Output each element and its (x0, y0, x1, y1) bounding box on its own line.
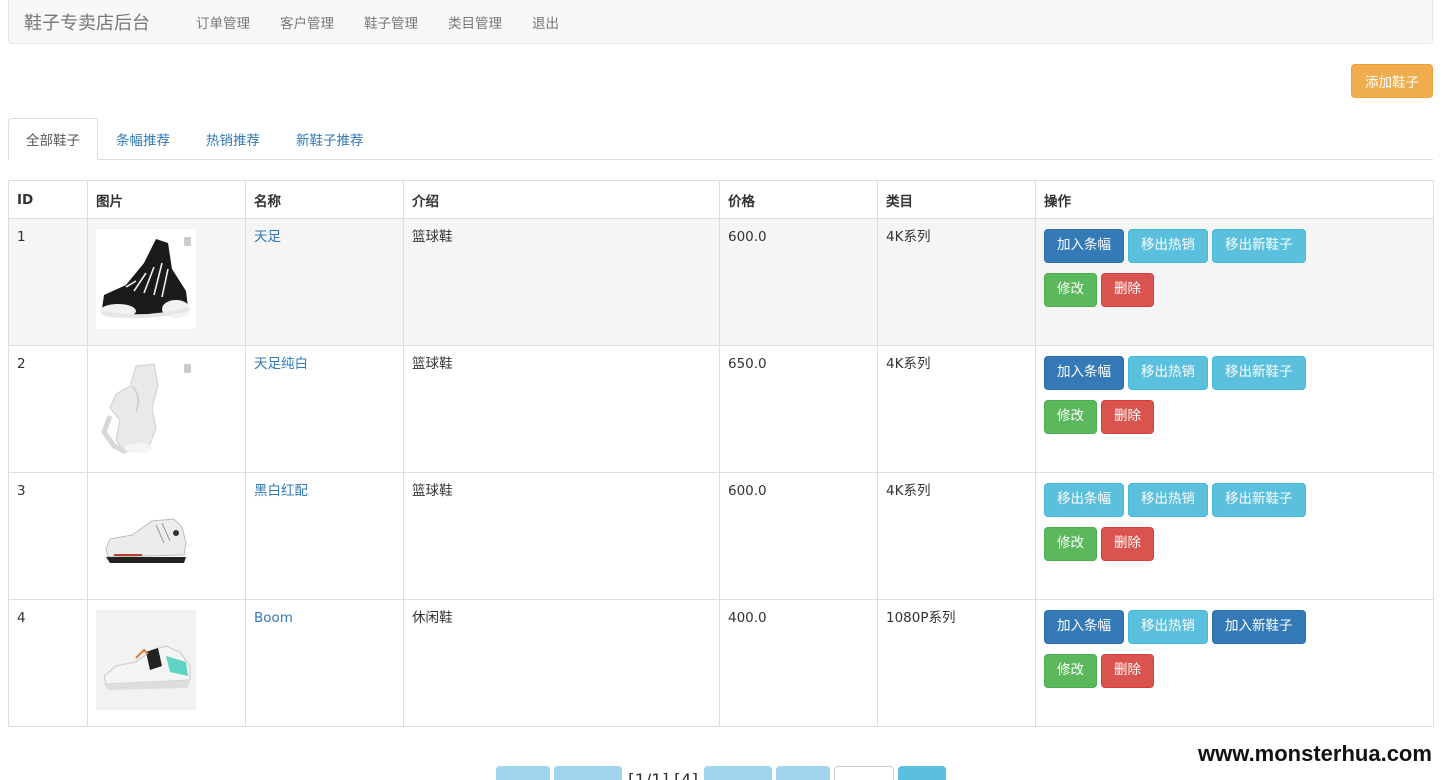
shoe-name-link[interactable]: 天足 (254, 229, 281, 245)
cell-price: 600.0 (719, 218, 878, 346)
cell-intro: 篮球鞋 (403, 345, 720, 473)
remove-hot-button[interactable]: 移出热销 (1128, 229, 1208, 263)
add-banner-button[interactable]: 加入条幅 (1044, 229, 1124, 263)
delete-button[interactable]: 删除 (1101, 400, 1154, 434)
add-banner-button[interactable]: 加入条幅 (1044, 356, 1124, 390)
cell-name: 天足纯白 (245, 345, 404, 473)
cell-id: 1 (8, 218, 88, 346)
shoe-name-link[interactable]: Boom (254, 610, 293, 626)
edit-button[interactable]: 修改 (1044, 273, 1097, 307)
cell-image (87, 472, 246, 600)
add-new-button[interactable]: 加入新鞋子 (1212, 610, 1306, 644)
pagination: [1/1] [4] (496, 766, 947, 780)
cell-category: 4K系列 (877, 345, 1036, 473)
nav-link-shoes[interactable]: 鞋子管理 (349, 12, 433, 32)
remove-banner-button[interactable]: 移出条幅 (1044, 483, 1124, 517)
add-shoe-button[interactable]: 添加鞋子 (1351, 64, 1433, 98)
remove-new-button[interactable]: 移出新鞋子 (1212, 356, 1306, 390)
shoe-name-link[interactable]: 天足纯白 (254, 356, 308, 372)
watermark: www.monsterhua.com (1185, 727, 1445, 780)
remove-hot-button[interactable]: 移出热销 (1128, 356, 1208, 390)
edit-button[interactable]: 修改 (1044, 527, 1097, 561)
go-page-button[interactable] (898, 766, 947, 780)
shoe-name-link[interactable]: 黑白红配 (254, 483, 308, 499)
column-header-intro: 介绍 (403, 180, 720, 219)
cell-category: 4K系列 (877, 218, 1036, 346)
column-header-category: 类目 (877, 180, 1036, 219)
cell-actions: 加入条幅 移出热销 加入新鞋子 修改 删除 (1035, 599, 1434, 727)
white-basketball-shoe-icon (96, 356, 196, 456)
top-navbar: 鞋子专卖店后台 订单管理 客户管理 鞋子管理 类目管理 退出 (8, 0, 1433, 44)
page-number-input[interactable] (834, 766, 895, 780)
nav-links: 订单管理 客户管理 鞋子管理 类目管理 退出 (181, 12, 574, 32)
remove-hot-button[interactable]: 移出热销 (1128, 483, 1208, 517)
cell-image (87, 345, 246, 473)
white-red-sneaker-icon (96, 483, 196, 583)
tab-new-recommend[interactable]: 新鞋子推荐 (278, 118, 382, 160)
cell-price: 650.0 (719, 345, 878, 473)
table-row: 2 天足纯白 篮球鞋 650.0 4K系列 加入条幅 移出热销 移出新鞋子 修改… (8, 345, 1434, 473)
cell-price: 400.0 (719, 599, 878, 727)
cell-name: 黑白红配 (245, 472, 404, 600)
table-row: 4 Boom 休闲鞋 400.0 1080P系列 加入条幅 移出热销 加入新鞋子… (8, 599, 1434, 727)
column-header-price: 价格 (719, 180, 878, 219)
last-page-button[interactable] (776, 766, 831, 780)
delete-button[interactable]: 删除 (1101, 654, 1154, 688)
nav-link-categories[interactable]: 类目管理 (433, 12, 517, 32)
table-row: 1 天足 篮球鞋 600.0 4K系列 加入条幅 移出热销 移出新鞋子 修改 删… (8, 218, 1434, 346)
table-header-row: ID 图片 名称 介绍 价格 类目 操作 (8, 180, 1434, 219)
cell-id: 2 (8, 345, 88, 473)
remove-new-button[interactable]: 移出新鞋子 (1212, 483, 1306, 517)
cell-category: 4K系列 (877, 472, 1036, 600)
first-page-button[interactable] (496, 766, 550, 780)
edit-button[interactable]: 修改 (1044, 400, 1097, 434)
nav-link-customers[interactable]: 客户管理 (265, 12, 349, 32)
cell-intro: 休闲鞋 (403, 599, 720, 727)
delete-button[interactable]: 删除 (1101, 527, 1154, 561)
cell-actions: 移出条幅 移出热销 移出新鞋子 修改 删除 (1035, 472, 1434, 600)
shoes-table: ID 图片 名称 介绍 价格 类目 操作 1 天足 篮球鞋 600.0 4K系列… (8, 180, 1434, 727)
delete-button[interactable]: 删除 (1101, 273, 1154, 307)
nav-link-logout[interactable]: 退出 (517, 12, 574, 32)
column-header-actions: 操作 (1035, 180, 1434, 219)
remove-hot-button[interactable]: 移出热销 (1128, 610, 1208, 644)
filter-tabs: 全部鞋子 条幅推荐 热销推荐 新鞋子推荐 (8, 118, 1433, 160)
cell-name: 天足 (245, 218, 404, 346)
black-basketball-shoe-icon (96, 229, 196, 329)
remove-new-button[interactable]: 移出新鞋子 (1212, 229, 1306, 263)
mint-casual-shoe-icon (96, 610, 196, 710)
cell-category: 1080P系列 (877, 599, 1036, 727)
table-row: 3 黑白红配 篮球鞋 600.0 4K系列 移出条幅 移出热销 移出新鞋子 修改… (8, 472, 1434, 600)
cell-image (87, 599, 246, 727)
cell-price: 600.0 (719, 472, 878, 600)
cell-name: Boom (245, 599, 404, 727)
prev-page-button[interactable] (554, 766, 622, 780)
column-header-id: ID (8, 180, 88, 219)
nav-link-orders[interactable]: 订单管理 (181, 12, 265, 32)
tab-banner-recommend[interactable]: 条幅推荐 (98, 118, 188, 160)
cell-id: 3 (8, 472, 88, 600)
cell-image (87, 218, 246, 346)
brand-title[interactable]: 鞋子专卖店后台 (9, 9, 181, 35)
tab-hot-recommend[interactable]: 热销推荐 (188, 118, 278, 160)
page-info: [1/1] [4] (626, 771, 700, 780)
cell-actions: 加入条幅 移出热销 移出新鞋子 修改 删除 (1035, 345, 1434, 473)
column-header-name: 名称 (245, 180, 404, 219)
edit-button[interactable]: 修改 (1044, 654, 1097, 688)
column-header-image: 图片 (87, 180, 246, 219)
cell-intro: 篮球鞋 (403, 472, 720, 600)
cell-id: 4 (8, 599, 88, 727)
next-page-button[interactable] (704, 766, 773, 780)
cell-intro: 篮球鞋 (403, 218, 720, 346)
tab-all-shoes[interactable]: 全部鞋子 (8, 118, 98, 160)
add-banner-button[interactable]: 加入条幅 (1044, 610, 1124, 644)
cell-actions: 加入条幅 移出热销 移出新鞋子 修改 删除 (1035, 218, 1434, 346)
